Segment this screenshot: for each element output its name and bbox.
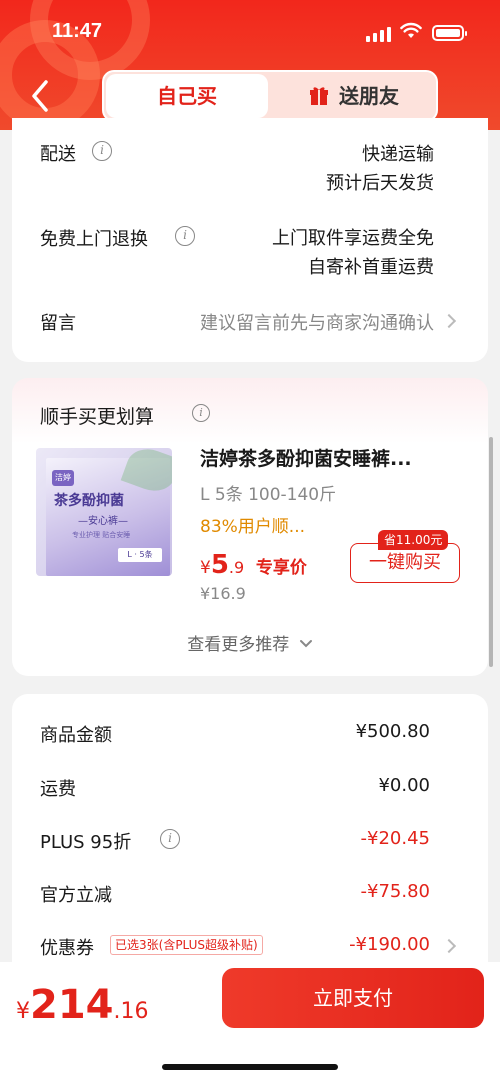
- product-image-title: 茶多酚抑菌: [54, 493, 124, 509]
- goods-amount-value: ¥500.80: [355, 721, 430, 742]
- product-price: ¥5.9 专享价: [200, 550, 307, 580]
- status-time: 11:47: [52, 20, 103, 42]
- goods-amount-label: 商品金额: [40, 725, 112, 746]
- product-name[interactable]: 洁婷茶多酚抑菌安睡裤...: [200, 444, 412, 471]
- product-image-subtitle: —安心裤—: [78, 516, 128, 527]
- pay-now-button[interactable]: 立即支付: [222, 968, 484, 1028]
- tab-gift-label: 送朋友: [339, 84, 399, 108]
- product-image[interactable]: 洁婷 茶多酚抑菌 —安心裤— 专业护理 贴合安睡 L · 5条: [36, 448, 172, 576]
- returns-pickup: 上门取件享运费全免: [272, 228, 434, 249]
- cellular-signal-icon: [366, 26, 392, 42]
- message-label: 留言: [40, 313, 76, 334]
- product-image-size: L · 5条: [118, 548, 162, 562]
- plus-discount-label: PLUS 95折: [40, 832, 132, 853]
- total-price: ¥214.16: [16, 982, 149, 1028]
- home-indicator[interactable]: [162, 1064, 338, 1070]
- delivery-card: 配送 i 快递运输 预计后天发货 免费上门退换 i 上门取件享运费全免 自寄补首…: [12, 118, 488, 362]
- official-discount-label: 官方立减: [40, 885, 112, 906]
- back-arrow-icon[interactable]: [28, 76, 58, 116]
- more-recommend-link[interactable]: 查看更多推荐: [12, 630, 488, 655]
- price-int: 5: [210, 550, 229, 580]
- chevron-down-icon: [299, 640, 312, 648]
- gift-icon: [310, 87, 328, 105]
- status-bar: 11:47: [0, 0, 500, 66]
- recommend-info-icon[interactable]: i: [192, 404, 210, 422]
- price-tag: 专享价: [255, 558, 307, 578]
- product-spec: L 5条 100-140斤: [200, 485, 337, 505]
- returns-label: 免费上门退换: [40, 229, 148, 250]
- shipping-label: 运费: [40, 779, 76, 800]
- message-input[interactable]: 建议留言前先与商家沟通确认: [200, 309, 434, 335]
- scrollbar[interactable]: [489, 437, 493, 667]
- delivery-method: 快递运输: [362, 144, 434, 165]
- recommend-title: 顺手买更划算: [40, 406, 155, 428]
- tab-self-buy[interactable]: 自己买: [106, 74, 268, 118]
- total-dec: .16: [113, 999, 149, 1024]
- coupon-chevron-icon: [441, 938, 457, 954]
- coupon-value[interactable]: -¥190.00: [349, 934, 430, 955]
- shipping-value: ¥0.00: [378, 775, 430, 796]
- price-summary-card: 商品金额 ¥500.80 运费 ¥0.00 PLUS 95折 i -¥20.45…: [12, 694, 488, 994]
- price-symbol: ¥: [200, 558, 211, 578]
- delivery-eta: 预计后天发货: [326, 173, 434, 194]
- purchase-mode-switch: 自己买 送朋友: [102, 70, 438, 122]
- price-dec: .9: [228, 558, 245, 577]
- delivery-label: 配送: [40, 144, 76, 165]
- save-badge: 省11.00元: [378, 530, 449, 550]
- product-image-note: 专业护理 贴合安睡: [72, 531, 131, 539]
- wifi-icon: [400, 22, 422, 38]
- coupon-selected-tag[interactable]: 已选3张(含PLUS超级补贴): [110, 935, 263, 955]
- official-discount-value: -¥75.80: [360, 881, 430, 902]
- returns-self-send: 自寄补首重运费: [308, 257, 434, 278]
- message-chevron-icon: [441, 313, 457, 329]
- product-original-price: ¥16.9: [200, 584, 246, 603]
- tab-gift-friend[interactable]: 送朋友: [274, 74, 434, 118]
- delivery-info-icon[interactable]: i: [92, 141, 112, 161]
- product-rating: 83%用户顺...: [200, 517, 305, 537]
- plus-info-icon[interactable]: i: [160, 829, 180, 849]
- battery-icon: [432, 25, 467, 41]
- coupon-label: 优惠券: [40, 938, 94, 959]
- more-recommend-label: 查看更多推荐: [187, 635, 290, 655]
- product-image-brand: 洁婷: [52, 470, 74, 486]
- total-symbol: ¥: [16, 999, 30, 1024]
- plus-discount-value: -¥20.45: [360, 828, 430, 849]
- total-int: 214: [30, 982, 114, 1028]
- header: 11:47 自己买 送朋友: [0, 0, 500, 130]
- returns-info-icon[interactable]: i: [175, 226, 195, 246]
